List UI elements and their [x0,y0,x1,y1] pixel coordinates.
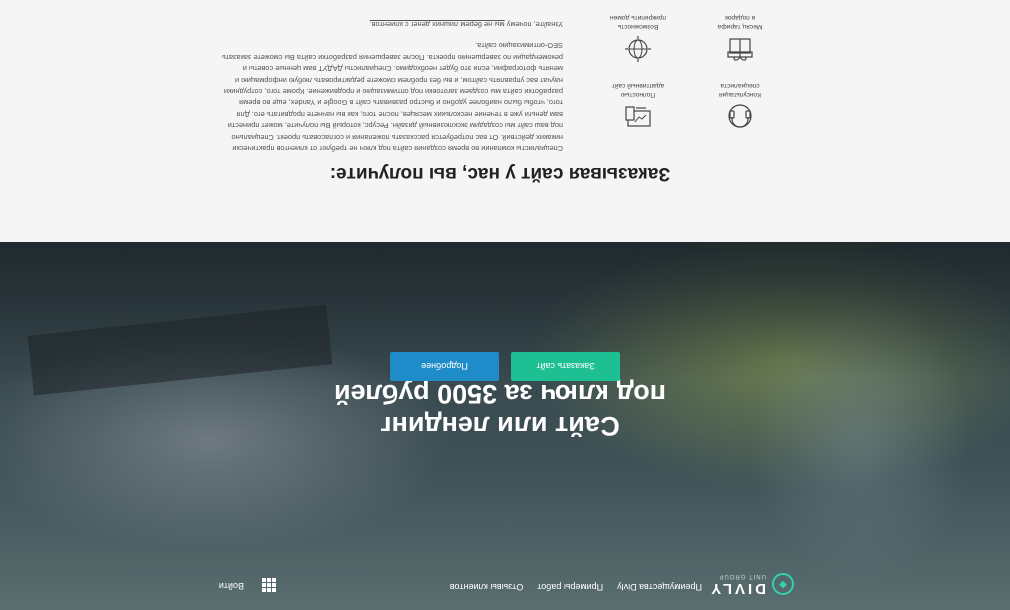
logo-icon: ◆ [772,573,794,596]
feature-consultation: Консультация специалиста [695,81,785,132]
feature-label: Полностью [620,91,656,98]
grid-icon[interactable] [262,578,276,592]
more-button[interactable]: Подробнее [390,352,499,381]
top-nav: ◆ DIVLY UNIT GROUP Преимущества Divly Пр… [0,558,1010,610]
hero-bg-shade [0,242,1010,380]
hero-title-line-1: Сайт или лендинг [380,410,620,441]
hero-title-line-2: под ключ за 3500 рублей [334,378,667,409]
feature-domain: Возможность прикрепить домен [593,13,683,64]
logo-subtitle: UNIT GROUP [718,573,766,579]
feature-label: Консультация [719,91,762,98]
feature-label: Месяц тарифа [717,23,763,30]
menu-item-portfolio[interactable]: Примеры работ [537,582,603,592]
features-description: Специалисты компании во время создания с… [221,19,563,154]
feature-label: Возможность [617,23,659,30]
login-link[interactable]: Войти [219,581,244,591]
feature-free-month: Месяц тарифа в подарок [695,13,785,64]
feature-label: специалиста [720,82,760,90]
logo-name: DIVLY [708,580,766,597]
hero-title: Сайт или лендинг под ключ за 3500 рублей [290,378,710,442]
feature-adaptive: Полностью адаптивный сайт [593,81,683,132]
gift-icon [727,38,753,61]
features-section: Заказывая сайт у нас, вы получите: Специ… [0,0,1010,242]
logo[interactable]: ◆ DIVLY UNIT GROUP [708,573,794,597]
main-menu: Преимущества Divly Примеры работ Отзывы … [436,582,702,592]
menu-item-advantages[interactable]: Преимущества Divly [617,582,702,592]
description-text: Специалисты компании во время создания с… [221,41,563,153]
menu-item-reviews[interactable]: Отзывы клиентов [450,582,524,592]
devices-icon [625,106,651,127]
feature-label: прикрепить домен [609,14,667,22]
order-site-button[interactable]: Заказать сайт [511,352,620,381]
feature-label: в подарок [724,14,756,22]
headset-icon [728,104,752,128]
no-extra-fees-link[interactable]: мы не берем лишних денег с клиентов. [370,20,505,29]
hero-section: ◆ DIVLY UNIT GROUP Преимущества Divly Пр… [0,242,1010,610]
no-extra-fees-note: Узнайте, почему мы не берем лишних денег… [369,19,563,29]
feature-label: адаптивный сайт [611,82,665,90]
features-title: Заказывая сайт у нас, вы получите: [329,163,671,185]
page-rotated-180: ◆ DIVLY UNIT GROUP Преимущества Divly Пр… [0,0,1010,610]
globe-icon [625,36,651,62]
